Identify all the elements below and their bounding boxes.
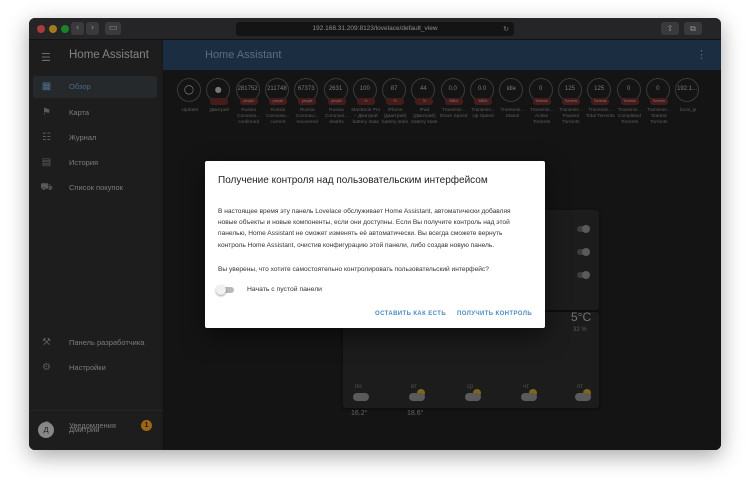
dialog-body: В настоящее время эту панель Lovelace об… [218, 208, 511, 249]
dialog-title: Получение контроля над пользовательским … [218, 175, 488, 186]
keep-as-is-button[interactable]: ОСТАВИТЬ КАК ЕСТЬ [375, 311, 446, 317]
empty-dashboard-switch[interactable] [216, 285, 236, 295]
take-control-dialog: Получение контроля над пользовательским … [205, 161, 545, 328]
dialog-question: Вы уверены, что хотите самостоятельно ко… [218, 266, 489, 273]
browser-window: ‹ › ▭ 192.168.31.209:8123/lovelace/defau… [29, 18, 721, 450]
take-control-button[interactable]: ПОЛУЧИТЬ КОНТРОЛЬ [457, 311, 532, 317]
switch-thumb [216, 285, 226, 295]
switch-label: Начать с пустой панели [247, 286, 322, 293]
